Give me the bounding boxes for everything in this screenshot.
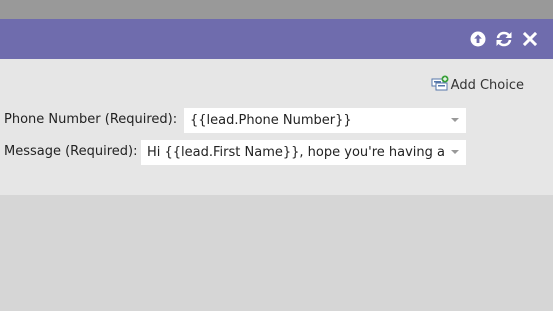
phone-number-label: Phone Number (Required): <box>4 112 178 127</box>
arrow-up-circle-icon[interactable] <box>469 30 487 48</box>
phone-number-select[interactable]: {{lead.Phone Number}} <box>184 108 466 133</box>
add-choice-icon <box>431 75 449 95</box>
phone-number-row: Phone Number (Required): <box>4 112 177 127</box>
message-label: Message (Required): <box>4 144 138 159</box>
chevron-down-icon <box>451 118 459 122</box>
phone-number-value: {{lead.Phone Number}} <box>190 113 352 128</box>
message-row: Message (Required): <box>4 144 138 159</box>
add-choice-label: Add Choice <box>450 77 524 93</box>
message-value: Hi {{lead.First Name}}, hope you're havi… <box>147 145 444 160</box>
empty-area <box>0 195 553 311</box>
refresh-icon[interactable] <box>495 30 513 48</box>
panel-header <box>0 19 553 59</box>
chevron-down-icon <box>451 150 459 154</box>
message-select[interactable]: Hi {{lead.First Name}}, hope you're havi… <box>141 140 466 165</box>
header-actions <box>469 30 539 48</box>
flow-step-panel: Add Choice Phone Number (Required): {{le… <box>0 59 553 195</box>
backdrop-top <box>0 0 553 19</box>
close-icon[interactable] <box>521 30 539 48</box>
add-choice-button[interactable]: Add Choice <box>431 75 524 95</box>
